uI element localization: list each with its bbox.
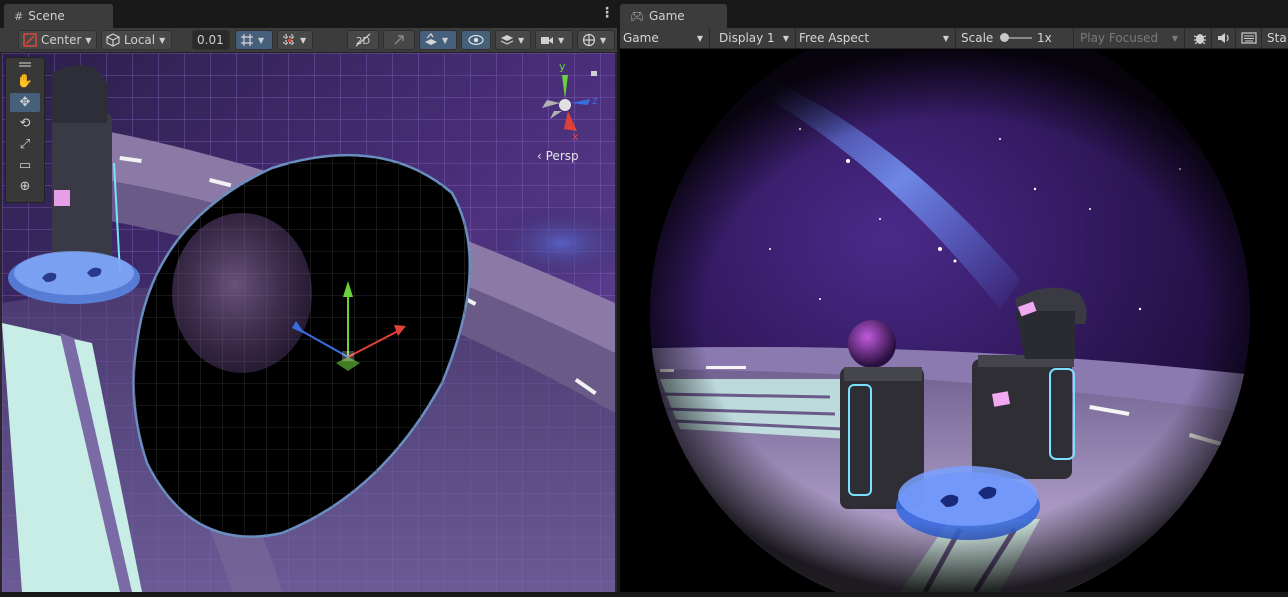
scale-icon: ⤢	[19, 137, 31, 152]
scene-panel: # Scene ⋮ Center ▼ Local ▼ 0.01 ▼ ▼ 2D ▼…	[0, 0, 617, 597]
mute-audio-button[interactable]	[1212, 28, 1236, 48]
game-toolbar: Game ▼ Display 1 ▼ Free Aspect ▼ Scale 1…	[620, 28, 1288, 49]
bug-icon	[1193, 34, 1206, 45]
scale-label: Scale	[961, 31, 994, 45]
chevron-down-icon: ▼	[442, 35, 449, 45]
layers-icon	[500, 35, 514, 45]
display-label: Display 1	[719, 31, 775, 45]
game-render	[620, 49, 1288, 592]
light-icon	[394, 35, 404, 45]
pivot-mode-label: Center	[41, 33, 82, 47]
scene-tools-overlay: ✋ ✥ ⟲ ⤢ ▭ ⊕	[5, 57, 45, 203]
gizmo-x-label: x	[572, 130, 579, 143]
gizmo-y-label: y	[559, 60, 566, 73]
scene-tabbar: # Scene ⋮	[0, 0, 617, 28]
aspect-dropdown[interactable]: Free Aspect ▼	[796, 28, 956, 48]
scene-menu-button[interactable]: ⋮	[600, 6, 614, 20]
camera-icon	[541, 37, 553, 44]
effects-dropdown[interactable]: ▼	[419, 30, 457, 50]
play-mode-dropdown[interactable]: Play Focused ▼	[1077, 28, 1185, 48]
keyboard-icon	[1240, 32, 1257, 44]
eye-icon	[468, 34, 484, 46]
tab-game-label: Game	[648, 9, 685, 23]
tab-game[interactable]: 🎮︎ Game	[620, 4, 727, 28]
tab-scene-label: Scene	[28, 9, 65, 23]
hand-icon: ✋	[16, 74, 34, 89]
chevron-down-icon: ▼	[558, 35, 565, 45]
chevron-down-icon: ▼	[1171, 34, 1178, 43]
pivot-rotation-label: Local	[124, 33, 156, 47]
chevron-down-icon: ▼	[258, 35, 265, 45]
snap-increment-field[interactable]: 0.01	[192, 30, 230, 50]
projection-toggle[interactable]: ‹ Persp	[537, 149, 579, 163]
game-tabbar: 🎮︎ Game	[620, 0, 1288, 28]
pivot-mode-dropdown[interactable]: Center ▼	[18, 30, 97, 50]
2d-toggle-button[interactable]: 2D	[347, 30, 379, 50]
rotate-icon: ⟲	[19, 116, 31, 131]
scene-viewport[interactable]: y z x	[2, 53, 615, 592]
gizmo-z-label: z	[592, 94, 598, 107]
effects-icon	[425, 33, 437, 45]
game-panel: 🎮︎ Game Game ▼ Display 1 ▼ Free Aspect ▼…	[620, 0, 1288, 597]
scene-render[interactable]: y z x	[2, 53, 615, 592]
stats-button[interactable]: Sta	[1264, 28, 1288, 48]
display-dropdown[interactable]: Display 1 ▼	[716, 28, 796, 48]
scale-slider-thumb[interactable]	[1000, 33, 1009, 42]
2d-icon: 2D	[355, 33, 371, 47]
cube-icon	[106, 33, 120, 47]
snap-increment-value: 0.01	[197, 33, 224, 47]
chevron-down-icon: ▼	[85, 35, 92, 45]
scene-visibility-toggle[interactable]	[461, 30, 491, 50]
rect-tool-button[interactable]: ▭	[10, 156, 40, 175]
tab-scene[interactable]: # Scene	[4, 4, 113, 28]
hand-tool-button[interactable]: ✋	[10, 72, 40, 91]
transform-tool-button[interactable]: ⊕	[10, 177, 40, 196]
chevron-down-icon: ▼	[600, 35, 607, 45]
bottom-border	[0, 592, 1288, 597]
scale-tool-button[interactable]: ⤢	[10, 135, 40, 154]
chevron-down-icon: ▼	[782, 34, 789, 43]
scale-value: 1x	[1037, 31, 1052, 45]
grid-visibility-dropdown[interactable]: ▼	[277, 30, 313, 50]
grid-snap-icon	[241, 34, 253, 46]
move-icon: ✥	[19, 95, 31, 110]
aspect-label: Free Aspect	[799, 31, 870, 45]
chevron-down-icon: ▼	[159, 35, 166, 45]
rotate-tool-button[interactable]: ⟲	[10, 114, 40, 133]
chevron-down-icon: ▼	[300, 35, 307, 45]
gizmo-icon	[582, 33, 596, 47]
layers-dropdown[interactable]: ▼	[495, 30, 531, 50]
grid-icon: #	[14, 9, 24, 23]
projection-label: Persp	[545, 149, 579, 163]
shortcuts-button[interactable]	[1236, 28, 1262, 48]
scale-slider-group: Scale 1x	[958, 28, 1074, 48]
scene-toolbar: Center ▼ Local ▼ 0.01 ▼ ▼ 2D ▼ ▼ ▼ ▼	[0, 28, 617, 53]
stats-label: Sta	[1267, 31, 1287, 45]
camera-dropdown[interactable]: ▼	[535, 30, 573, 50]
rect-icon: ▭	[18, 158, 32, 173]
game-viewport[interactable]	[620, 49, 1288, 592]
grid-snap-toggle[interactable]: ▼	[235, 30, 273, 50]
grid-icon	[283, 34, 295, 46]
speaker-icon	[1217, 33, 1229, 43]
gamepad-icon: 🎮︎	[630, 9, 644, 23]
pivot-rotation-dropdown[interactable]: Local ▼	[101, 30, 172, 50]
svg-text:2D: 2D	[356, 36, 370, 47]
lighting-toggle-button[interactable]	[383, 30, 415, 50]
gizmos-dropdown[interactable]: ▼	[577, 30, 615, 50]
lock-icon[interactable]	[591, 71, 597, 76]
transform-icon: ⊕	[19, 179, 31, 194]
pivot-center-icon	[23, 33, 37, 47]
chevron-down-icon: ▼	[518, 35, 525, 45]
view-mode-label: Game	[623, 31, 659, 45]
chevron-down-icon: ▼	[696, 34, 703, 43]
drag-handle-icon[interactable]	[19, 62, 31, 64]
chevron-down-icon: ▼	[942, 34, 949, 43]
play-mode-label: Play Focused	[1080, 31, 1159, 45]
debug-button[interactable]	[1188, 28, 1212, 48]
view-mode-dropdown[interactable]: Game ▼	[620, 28, 710, 48]
move-tool-button[interactable]: ✥	[10, 93, 40, 112]
